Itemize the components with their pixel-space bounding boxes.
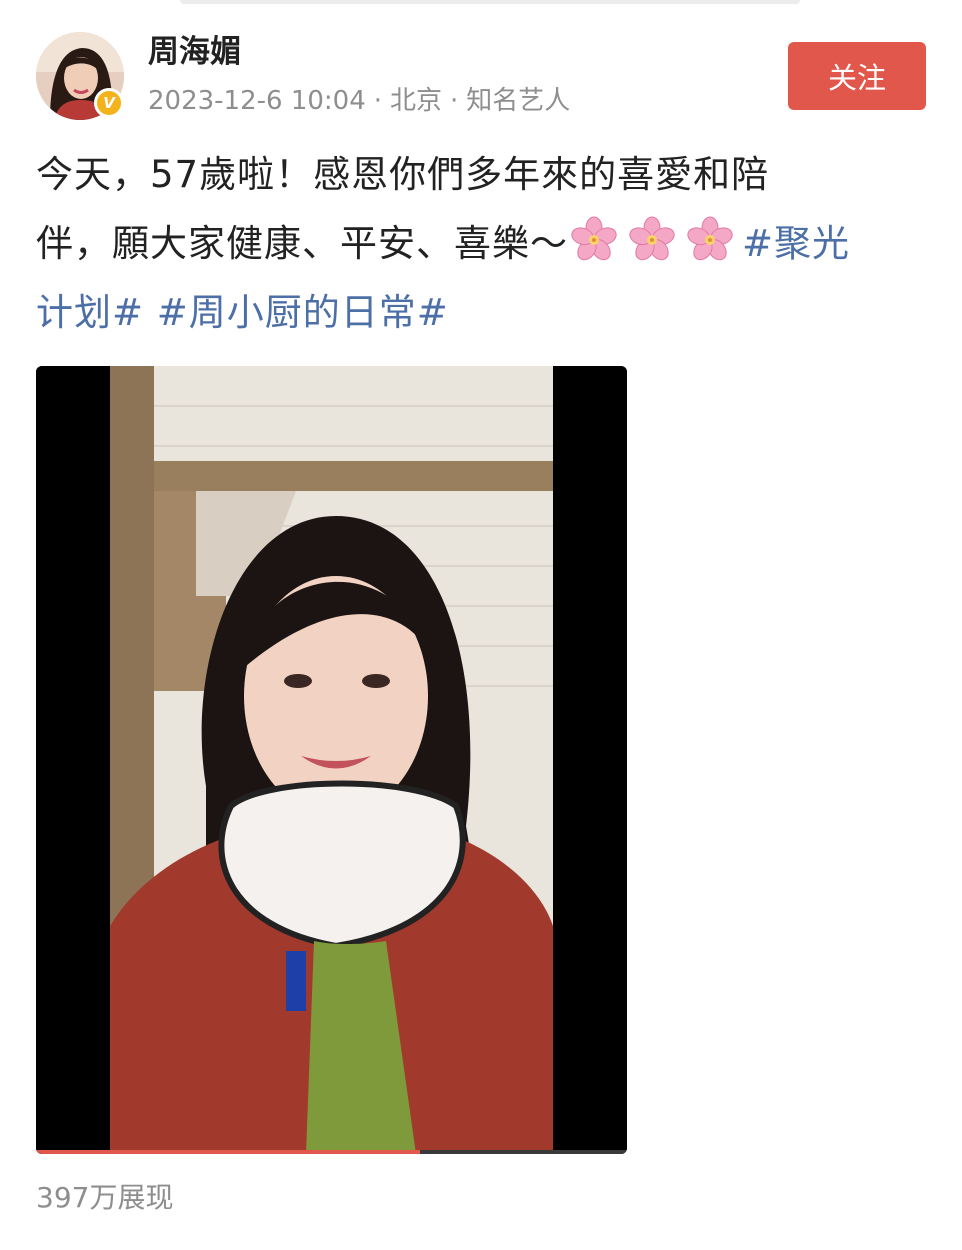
post-text-line-1: 今天，57歲啦！感恩你們多年來的喜愛和陪	[36, 153, 770, 196]
video-frame	[36, 366, 627, 1154]
author-tag: 知名艺人	[466, 86, 571, 116]
post-meta: 2023-12-6 10:04 · 北京 · 知名艺人	[148, 84, 570, 118]
post-text-line-2: 伴，願大家健康、平安、喜樂～ #聚光	[36, 209, 926, 278]
video-player[interactable]	[36, 366, 627, 1154]
timestamp: 2023-12-6 10:04	[148, 86, 366, 116]
username[interactable]: 周海媚	[148, 32, 241, 72]
hashtag-link[interactable]: 计划#	[36, 291, 144, 334]
view-count: 397万展现	[36, 1181, 174, 1214]
location: 北京	[390, 86, 443, 116]
previous-card-edge	[180, 0, 800, 4]
hashtag-link[interactable]: #周小厨的日常#	[157, 291, 449, 334]
video-progress-fill	[36, 1150, 421, 1154]
post-text-line-2-body: 伴，願大家健康、平安、喜樂～	[36, 222, 568, 265]
cherry-blossom-icon	[687, 216, 733, 261]
hashtag-link[interactable]: #聚光	[742, 222, 850, 265]
post-text: 今天，57歲啦！感恩你們多年來的喜愛和陪 伴，願大家健康、平安、喜樂～ #聚光 计…	[36, 140, 926, 347]
video-progress-bar[interactable]	[36, 1150, 627, 1154]
post-text-line-3: 计划# #周小厨的日常#	[36, 278, 926, 347]
cherry-blossom-icon	[629, 216, 675, 261]
post-header: V 周海媚 2023-12-6 10:04 · 北京 · 知名艺人 关注	[36, 32, 926, 128]
meta-separator: ·	[450, 86, 459, 116]
verified-icon: V	[94, 88, 124, 118]
follow-button[interactable]: 关注	[788, 42, 926, 110]
cherry-blossom-icon	[571, 216, 617, 261]
meta-separator: ·	[373, 86, 383, 116]
